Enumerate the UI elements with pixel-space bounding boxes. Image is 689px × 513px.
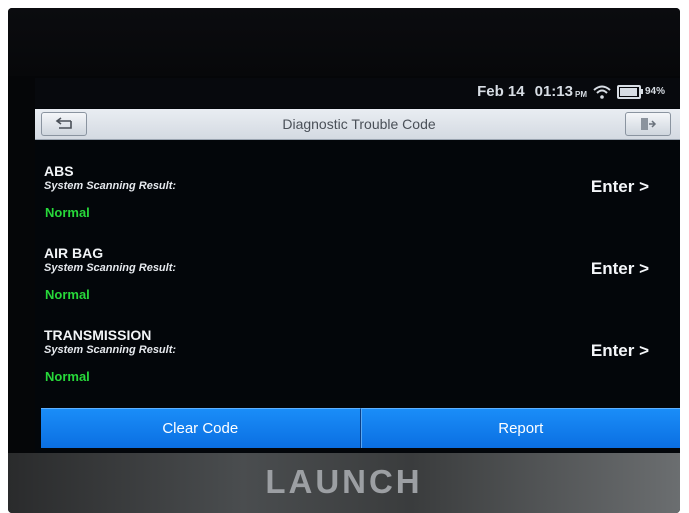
- clear-code-button[interactable]: Clear Code: [41, 408, 361, 448]
- system-row-airbag: AIR BAG System Scanning Result: Normal E…: [35, 245, 680, 327]
- battery-percent: 94%: [644, 86, 665, 97]
- battery-icon: [616, 84, 643, 99]
- screen: Feb 14 01:13 PM 94% Diagnostic Trouble C…: [35, 78, 680, 453]
- enter-button-airbag[interactable]: Enter >: [591, 259, 649, 279]
- system-row-transmission: TRANSMISSION System Scanning Result: Nor…: [35, 327, 680, 409]
- scan-status: Normal: [45, 369, 90, 384]
- system-row-abs: ABS System Scanning Result: Normal Enter…: [35, 163, 680, 245]
- scan-result-label: System Scanning Result:: [44, 180, 177, 192]
- status-time: 01:13: [534, 83, 573, 100]
- status-date: Feb 14: [477, 83, 525, 100]
- bottom-action-bar: Clear Code Report: [41, 408, 680, 448]
- status-ampm: PM: [574, 89, 587, 99]
- scan-status: Normal: [45, 287, 90, 302]
- enter-button-abs[interactable]: Enter >: [591, 177, 649, 197]
- scan-status: Normal: [45, 205, 90, 220]
- system-name: AIR BAG: [44, 245, 104, 261]
- status-bar: Feb 14 01:13 PM 94%: [35, 78, 680, 108]
- top-bezel: [8, 8, 680, 76]
- brand-logo: LAUNCH: [265, 463, 423, 500]
- exit-icon: [641, 118, 657, 130]
- wifi-icon: [593, 85, 611, 99]
- system-name: TRANSMISSION: [44, 327, 152, 343]
- system-name: ABS: [44, 163, 74, 179]
- page-title: Diagnostic Trouble Code: [282, 116, 436, 132]
- status-indicators: Feb 14 01:13 PM 94%: [477, 83, 665, 100]
- tablet-device: Feb 14 01:13 PM 94% Diagnostic Trouble C…: [8, 8, 680, 513]
- title-bar: Diagnostic Trouble Code: [35, 109, 680, 140]
- scan-result-label: System Scanning Result:: [44, 262, 177, 274]
- scan-result-label: System Scanning Result:: [44, 344, 177, 356]
- report-button[interactable]: Report: [360, 408, 680, 448]
- exit-button[interactable]: [625, 112, 671, 136]
- enter-button-transmission[interactable]: Enter >: [591, 341, 649, 361]
